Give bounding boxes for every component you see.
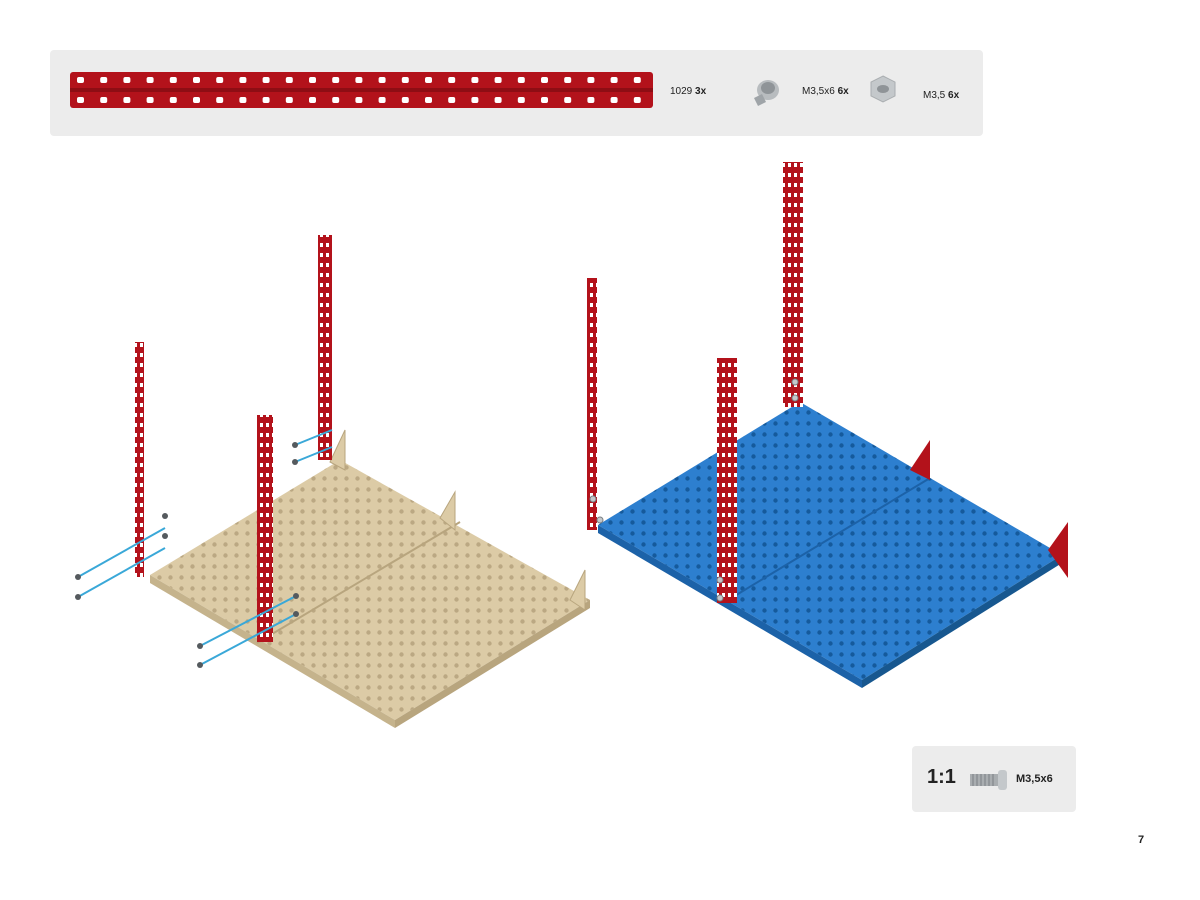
scale-part-label: M3,5x6: [1016, 773, 1053, 785]
assembly-step-right: [587, 162, 1068, 688]
scale-reference-panel: 1:1 M3,5x6: [912, 746, 1076, 812]
scale-ratio: 1:1: [927, 766, 956, 788]
assembly-step-left: [75, 235, 590, 728]
screw-scale-icon: [970, 770, 1007, 790]
page-number: 7: [1138, 834, 1145, 846]
